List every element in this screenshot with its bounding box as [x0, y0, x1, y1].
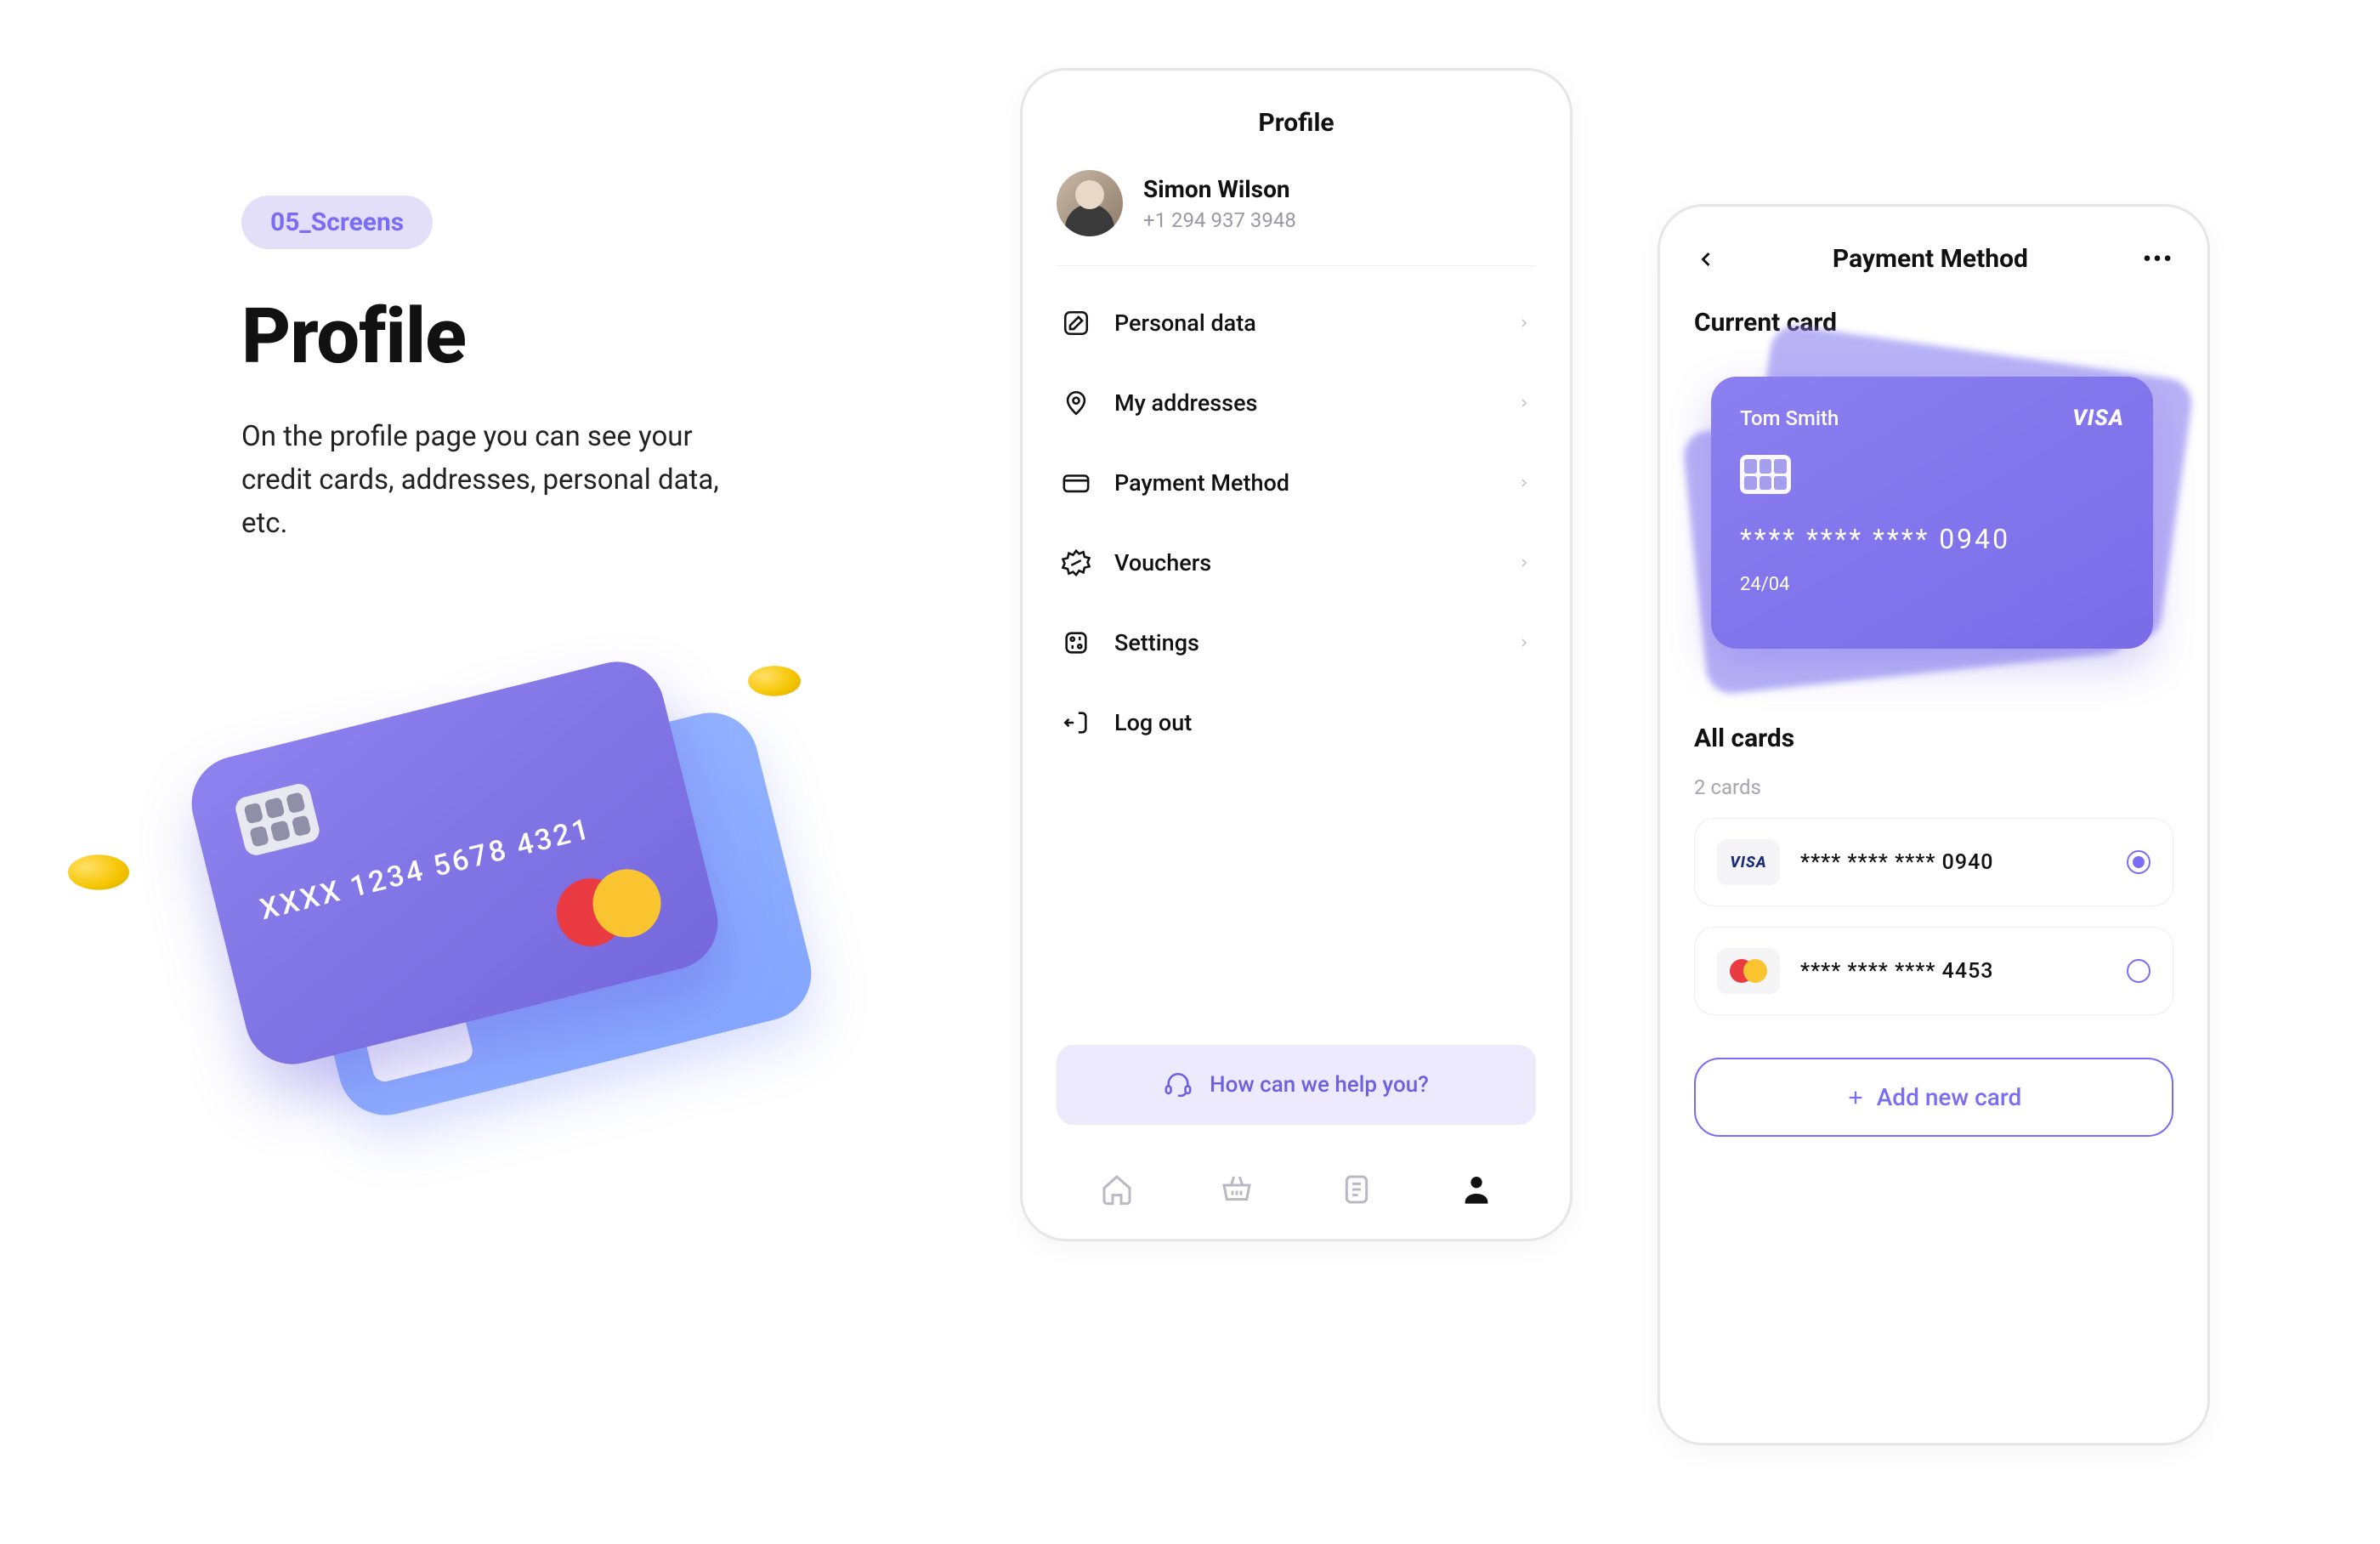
intro-section: 05_Screens Profile On the profile page y… [241, 196, 751, 545]
edit-icon [1062, 309, 1091, 338]
coin-icon [61, 851, 136, 894]
menu-item-settings[interactable]: Settings [1057, 603, 1536, 683]
all-cards-label: All cards [1694, 724, 2173, 753]
current-card[interactable]: Tom Smith VISA **** **** **** 0940 24/04 [1711, 377, 2153, 649]
headset-icon [1164, 1070, 1193, 1099]
menu-item-payment[interactable]: Payment Method [1057, 443, 1536, 523]
logout-icon [1062, 708, 1091, 737]
coin-icon [742, 662, 807, 700]
current-card-stack: Tom Smith VISA **** **** **** 0940 24/04 [1694, 360, 2173, 683]
visa-icon: VISA [1717, 839, 1780, 885]
chip-icon [1740, 455, 1791, 494]
chevron-right-icon [1517, 396, 1531, 410]
mastercard-icon [549, 862, 668, 954]
current-card-label: Current card [1694, 308, 2173, 338]
add-card-label: Add new card [1877, 1083, 2022, 1111]
radio-unselected[interactable] [2127, 959, 2150, 983]
menu-item-vouchers[interactable]: Vouchers [1057, 523, 1536, 603]
screen-header: Payment Method ••• [1694, 244, 2173, 274]
avatar [1057, 170, 1123, 236]
menu-item-personal-data[interactable]: Personal data [1057, 283, 1536, 363]
card-row-number: **** **** **** 4453 [1800, 959, 2106, 984]
page-title: Profile [241, 292, 751, 381]
profile-screen: Profile Simon Wilson +1 294 937 3948 Per… [1020, 68, 1572, 1241]
payment-method-screen: Payment Method ••• Current card Tom Smit… [1658, 204, 2210, 1445]
pin-icon [1062, 389, 1091, 417]
tab-orders[interactable] [1340, 1172, 1374, 1206]
mastercard-icon [1717, 948, 1780, 994]
user-phone: +1 294 937 3948 [1143, 208, 1296, 232]
visa-icon: VISA [2072, 406, 2124, 431]
screen-title: Payment Method [1833, 244, 2028, 274]
chevron-right-icon [1517, 556, 1531, 570]
voucher-icon [1062, 548, 1091, 577]
plus-icon [1846, 1088, 1865, 1107]
menu-label: Settings [1114, 629, 1493, 656]
menu-item-addresses[interactable]: My addresses [1057, 363, 1536, 443]
help-button[interactable]: How can we help you? [1057, 1045, 1536, 1125]
menu-label: My addresses [1114, 389, 1493, 417]
screen-title: Profile [1057, 108, 1536, 138]
radio-selected[interactable] [2127, 850, 2150, 874]
chip-icon [233, 781, 321, 858]
cardholder-name: Tom Smith [1740, 406, 1839, 430]
tab-bar [1057, 1147, 1536, 1215]
card-row[interactable]: VISA **** **** **** 0940 [1694, 818, 2173, 906]
chevron-right-icon [1517, 636, 1531, 650]
tab-basket[interactable] [1220, 1172, 1254, 1206]
card-row-number: **** **** **** 0940 [1800, 850, 2106, 875]
user-name: Simon Wilson [1143, 175, 1296, 203]
menu-item-logout[interactable]: Log out [1057, 683, 1536, 763]
tab-home[interactable] [1100, 1172, 1134, 1206]
help-text: How can we help you? [1210, 1072, 1429, 1098]
page-description: On the profile page you can see your cre… [241, 415, 751, 545]
menu-label: Personal data [1114, 309, 1493, 337]
more-button[interactable]: ••• [2143, 245, 2173, 273]
chevron-right-icon [1517, 316, 1531, 330]
profile-menu: Personal data My addresses Payment Metho… [1057, 283, 1536, 1033]
card-expiry: 24/04 [1740, 574, 2124, 595]
user-header[interactable]: Simon Wilson +1 294 937 3948 [1057, 170, 1536, 266]
credit-card-illustration: XXXX 1234 5678 4321 [110, 655, 790, 1165]
menu-label: Vouchers [1114, 549, 1493, 576]
menu-label: Payment Method [1114, 469, 1493, 497]
add-card-button[interactable]: Add new card [1694, 1058, 2173, 1137]
back-button[interactable] [1694, 247, 1718, 271]
card-icon [1062, 468, 1091, 497]
card-number: **** **** **** 0940 [1740, 523, 2124, 555]
menu-label: Log out [1114, 709, 1531, 736]
section-badge: 05_Screens [241, 196, 433, 249]
chevron-right-icon [1517, 476, 1531, 490]
card-row[interactable]: **** **** **** 4453 [1694, 927, 2173, 1015]
settings-icon [1062, 628, 1091, 657]
tab-profile[interactable] [1459, 1172, 1493, 1206]
all-cards-count: 2 cards [1694, 775, 2173, 799]
